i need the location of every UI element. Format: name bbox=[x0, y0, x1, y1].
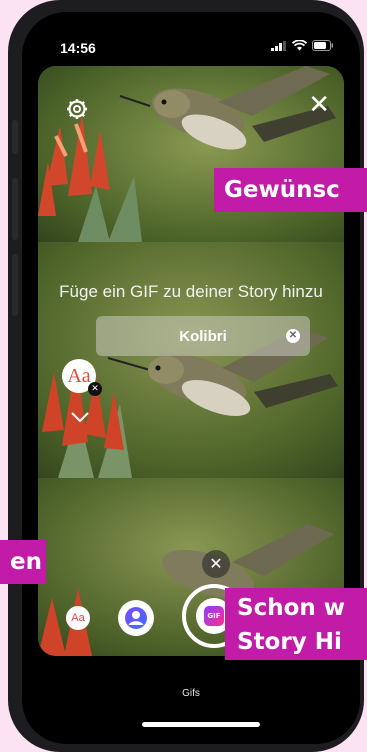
close-button[interactable]: ✕ bbox=[308, 92, 330, 118]
clear-search-icon[interactable]: ✕ bbox=[286, 329, 300, 343]
caption-overlay-top: Gewünsc bbox=[214, 168, 367, 212]
toolbar-text-button[interactable]: Aa bbox=[66, 606, 90, 630]
settings-button[interactable] bbox=[66, 98, 88, 124]
gif-icon-label: GIF bbox=[207, 612, 221, 620]
dismiss-gif-button[interactable]: ✕ bbox=[202, 550, 230, 578]
caption-overlay-left: en bbox=[0, 540, 46, 584]
gif-icon: GIF bbox=[204, 606, 224, 626]
volume-down-button bbox=[12, 254, 18, 316]
gear-icon bbox=[67, 99, 87, 119]
mute-switch bbox=[12, 120, 18, 154]
caption-overlay-bottom: Schon w Story Hi bbox=[225, 588, 367, 660]
profile-icon bbox=[125, 607, 147, 629]
status-bar: 14:56 bbox=[22, 36, 360, 60]
caption-bottom-line2: Story Hi bbox=[237, 629, 342, 655]
caption-bottom-line1: Schon w bbox=[237, 595, 346, 621]
toolbar-text-label: Aa bbox=[71, 612, 85, 624]
wifi-icon bbox=[292, 40, 307, 51]
gif-search-value: Kolibri bbox=[179, 327, 227, 345]
home-indicator bbox=[142, 722, 260, 727]
caption-top-text: Gewünsc bbox=[224, 177, 340, 203]
gif-search-input[interactable]: Kolibri ✕ bbox=[96, 316, 310, 356]
status-time: 14:56 bbox=[60, 40, 96, 56]
collapse-button[interactable] bbox=[70, 408, 90, 427]
chevron-down-icon bbox=[71, 412, 89, 423]
gif-result-1[interactable] bbox=[38, 66, 344, 242]
status-icons bbox=[271, 40, 334, 51]
caption-left-text: en bbox=[10, 549, 42, 575]
remove-text-style-icon[interactable]: ✕ bbox=[88, 382, 102, 396]
close-icon: ✕ bbox=[308, 90, 330, 120]
story-editor-screen: ✕ Füge ein GIF zu deiner Story hinzu Kol… bbox=[38, 66, 344, 656]
signal-icon bbox=[271, 40, 286, 51]
volume-up-button bbox=[12, 178, 18, 240]
toolbar-mention-button[interactable] bbox=[118, 600, 154, 636]
text-style-label: Aa bbox=[67, 365, 91, 387]
mode-label[interactable]: Gifs bbox=[22, 688, 360, 699]
battery-icon bbox=[312, 40, 333, 51]
gif-picker-title: Füge ein GIF zu deiner Story hinzu bbox=[59, 282, 323, 301]
